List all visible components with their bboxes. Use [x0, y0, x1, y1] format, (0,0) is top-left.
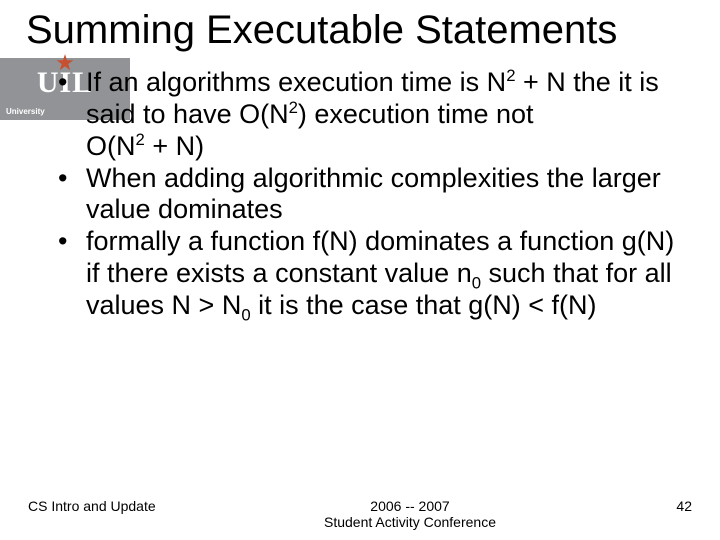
slide-body: If an algorithms execution time is N2 + … [0, 53, 720, 322]
footer-center: 2006 -- 2007 Student Activity Conference [188, 498, 632, 530]
slide-footer: CS Intro and Update 2006 -- 2007 Student… [0, 498, 720, 530]
bullet-3: formally a function f(N) dominates a fun… [58, 226, 690, 322]
footer-page-number: 42 [632, 498, 692, 514]
footer-left: CS Intro and Update [28, 498, 188, 514]
slide-title: Summing Executable Statements [0, 0, 720, 53]
bullet-1: If an algorithms execution time is N2 + … [58, 67, 690, 163]
bullet-2: When adding algorithmic complexities the… [58, 163, 690, 227]
